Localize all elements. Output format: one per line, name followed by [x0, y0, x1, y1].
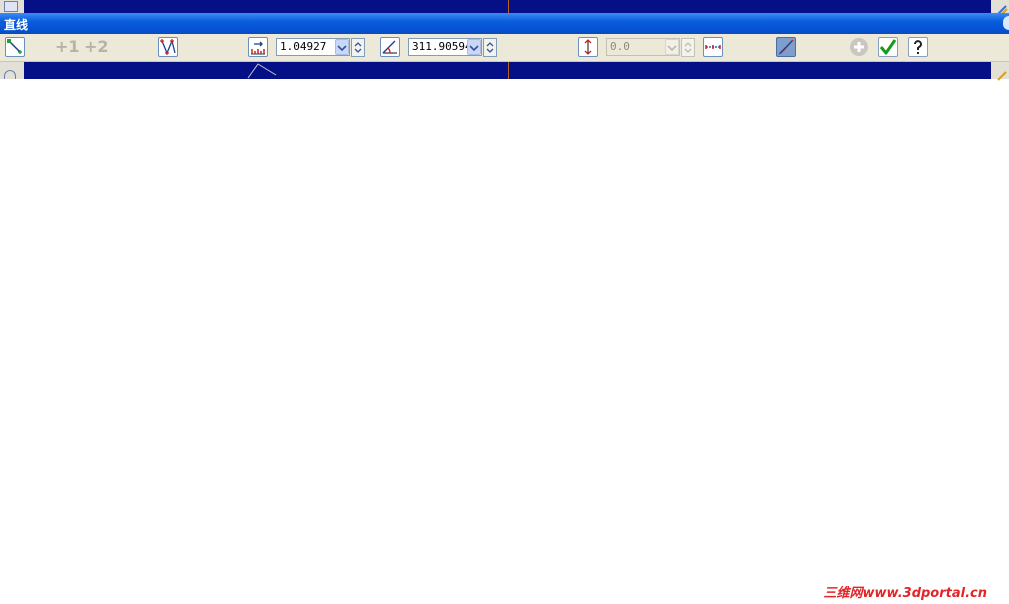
right-tool-icon-2[interactable] — [996, 66, 1008, 81]
site-watermark: 三维网www.3dportal.cn — [823, 586, 987, 601]
graphics-viewport-top[interactable] — [0, 0, 1009, 13]
left-tool-icon-2[interactable] — [4, 70, 16, 79]
offset-spinner[interactable] — [681, 38, 695, 57]
datum-line-top — [508, 0, 509, 13]
tangent-curve-toggle[interactable] — [776, 37, 796, 57]
add-circle-icon[interactable] — [848, 37, 870, 57]
right-tool-icon[interactable] — [996, 1, 1008, 16]
length-icon[interactable] — [248, 37, 268, 57]
offset-dropdown-arrow[interactable] — [665, 39, 679, 55]
graphics-viewport-bottom[interactable] — [0, 61, 1009, 79]
plus-two-button[interactable]: +2 — [84, 37, 109, 57]
length-spinner[interactable] — [351, 38, 365, 57]
line-tool-button[interactable] — [5, 37, 25, 57]
sketch-line-segment — [247, 63, 277, 79]
ok-checkmark-button[interactable] — [878, 37, 898, 57]
datum-line-bottom — [508, 61, 509, 79]
left-tool-icon[interactable] — [4, 1, 18, 12]
length-dropdown-arrow[interactable] — [335, 39, 349, 55]
angle-icon[interactable] — [380, 37, 400, 57]
title-bar-corner — [1003, 16, 1009, 30]
symmetric-extend-button[interactable] — [703, 37, 723, 57]
help-question-button[interactable] — [908, 37, 928, 57]
angle-spinner[interactable] — [483, 38, 497, 57]
plus-two-label: +2 — [84, 37, 109, 56]
dialog-title: 直线 — [4, 18, 29, 32]
chain-line-button[interactable] — [158, 37, 178, 57]
dialog-title-bar[interactable] — [0, 13, 1009, 34]
offset-icon[interactable] — [578, 37, 598, 57]
angle-dropdown-arrow[interactable] — [467, 39, 481, 55]
plus-one-button[interactable]: +1 — [55, 37, 80, 57]
plus-one-label: +1 — [55, 37, 80, 56]
